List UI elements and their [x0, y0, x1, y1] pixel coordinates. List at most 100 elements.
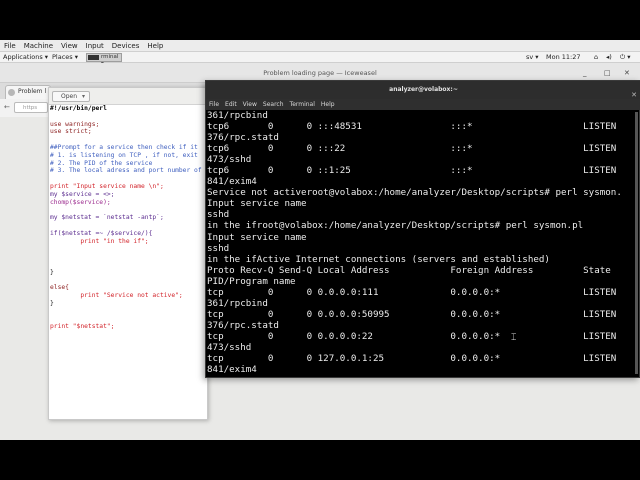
terminal-line: 361/rpcbind [207, 297, 268, 309]
terminal-line: tcp 0 0 0.0.0.0:50995 0.0.0.0:* LISTEN [207, 308, 617, 320]
terminal-taskbar-item[interactable]: rminal ▾ [86, 53, 122, 67]
terminal-line: tcp 0 0 0.0.0.0:22 0.0.0.0:* LISTEN [207, 330, 617, 342]
clock[interactable]: Mon 11:27 [546, 53, 581, 61]
terminal-menu-item[interactable]: Help [318, 101, 338, 108]
url-text: https [23, 105, 38, 111]
terminal-menubar: File Edit View Search Terminal Help [206, 99, 640, 110]
open-button[interactable]: Open ▾ [52, 91, 90, 102]
volume-icon[interactable]: ◂) [606, 53, 612, 61]
terminal-line: 376/rpc.statd [207, 132, 279, 144]
terminal-menu-item[interactable]: Edit [222, 101, 240, 108]
vm-menu-item[interactable]: Devices [108, 42, 144, 50]
code-line: # 2. The PID of the service [50, 159, 153, 167]
code-line: if($netstat =~ /$service/){ [50, 229, 153, 237]
terminal-line: 361/rpcbind [207, 110, 268, 121]
terminal-line: 473/sshd [207, 154, 252, 166]
desktop-screen: File Machine View Input Devices Help Applicat… [0, 40, 640, 440]
code-line: print "$netstat"; [50, 323, 115, 331]
editor-header-bar: Open ▾ [49, 88, 209, 105]
code-line: chomp($service); [50, 198, 111, 206]
vm-menu-item[interactable]: File [0, 42, 20, 50]
vm-menu-item[interactable]: Machine [20, 42, 57, 50]
terminal-line: 473/sshd [207, 341, 252, 353]
back-arrow-icon[interactable]: ← [4, 103, 10, 111]
code-line: print "Input service name \n"; [50, 182, 164, 190]
terminal-line: tcp6 0 0 ::1:25 :::* LISTEN [207, 165, 617, 177]
power-icon[interactable]: ⏻ ▾ [620, 53, 630, 62]
applications-menu[interactable]: Applications ▾ [3, 53, 48, 61]
code-line: # 3. The local adress and port number of [50, 167, 202, 175]
terminal-line: 841/exim4 [207, 364, 257, 376]
gedit-window: Open ▾ #!/usr/bin/perl use warnings; use s… [48, 87, 209, 421]
code-line: my $service = <>; [50, 190, 115, 198]
chevron-down-icon: ▾ [81, 93, 85, 100]
close-icon[interactable]: ✕ [624, 69, 630, 77]
vm-menu-item[interactable]: Input [82, 42, 108, 50]
terminal-thumbnail-icon [88, 55, 99, 60]
terminal-line: 841/exim4 [207, 176, 257, 188]
terminal-menu-item[interactable]: View [240, 101, 260, 108]
vm-menu-item[interactable]: View [57, 42, 82, 50]
maximize-icon[interactable]: □ [604, 69, 611, 77]
terminal-menu-item[interactable]: Search [260, 101, 287, 108]
terminal-line: 376/rpc.statd [207, 319, 279, 331]
network-icon[interactable]: ⌂ [594, 53, 598, 61]
terminal-title: analyzer@volabox:~ [389, 86, 458, 93]
code-editor[interactable]: #!/usr/bin/perl use warnings; use strict; #… [49, 105, 209, 421]
terminal-line: tcp6 0 0 :::22 :::* LISTEN [207, 143, 617, 155]
input-language-indicator[interactable]: sv ▾ [526, 53, 539, 61]
terminal-scrollbar[interactable] [635, 112, 638, 374]
terminal-menu-item[interactable]: Terminal [287, 101, 318, 108]
warning-favicon-icon [8, 89, 15, 96]
code-line: print "Service not active"; [50, 292, 183, 300]
terminal-line: tcp 0 0 127.0.0.1:25 0.0.0.0:* LISTEN [207, 353, 617, 365]
code-line: } [50, 299, 54, 307]
terminal-line: in the ifroot@volabox:/home/analyzer/Des… [207, 220, 584, 232]
code-line: use strict; [50, 128, 92, 136]
terminal-output[interactable]: 361/rpcbind tcp6 0 0 :::48531 :::* LISTEN… [206, 110, 640, 379]
open-button-label: Open [61, 93, 78, 100]
code-line: my $netstat = `netstat -antp`; [50, 214, 164, 222]
terminal-line: Input service name [207, 198, 307, 210]
terminal-line: Proto Recv-Q Send-Q Local Address Foreig… [207, 264, 611, 276]
minimize-icon[interactable]: _ [583, 69, 587, 77]
terminal-line: PID/Program name [207, 275, 296, 287]
gnome-top-bar: Applications ▾ Places ▾ rminal ▾ sv ▾ Mo… [0, 52, 640, 67]
terminal-window: analyzer@volabox:~ ✕ File Edit View Search T… [205, 80, 640, 378]
code-line: ##Prompt for a service then check if it [50, 143, 198, 151]
places-menu[interactable]: Places ▾ [52, 53, 78, 61]
vm-menubar: File Machine View Input Devices Help [0, 40, 640, 52]
terminal-line: Service not activeroot@volabox:/home/ana… [207, 187, 622, 199]
tab-label: Problem l [18, 88, 47, 95]
code-line: print "in the if"; [50, 237, 149, 245]
terminal-title-bar: analyzer@volabox:~ ✕ [206, 81, 640, 99]
code-line: else{ [50, 284, 69, 292]
browser-navbar: ← https [0, 99, 48, 117]
mouse-cursor-icon: ⌶ [511, 333, 517, 343]
terminal-line: Input service name [207, 231, 307, 243]
code-line: #!/usr/bin/perl [50, 105, 107, 112]
url-bar[interactable]: https [14, 102, 48, 113]
terminal-menu-item[interactable]: File [206, 101, 222, 108]
browser-title: Problem loading page — Iceweasel [263, 69, 377, 77]
code-line: use warnings; [50, 120, 100, 128]
vm-menu-item[interactable]: Help [143, 42, 167, 50]
code-line: } [50, 268, 54, 276]
code-line: # 1. is listening on TCP , if not, exit [50, 151, 198, 159]
terminal-line: sshd [207, 242, 230, 254]
terminal-line: tcp6 0 0 :::48531 :::* LISTEN [207, 121, 617, 133]
terminal-line: sshd [207, 209, 230, 221]
tab-problem-loading[interactable]: Problem l [5, 85, 51, 99]
terminal-line: in the ifActive Internet connections (se… [207, 253, 550, 265]
